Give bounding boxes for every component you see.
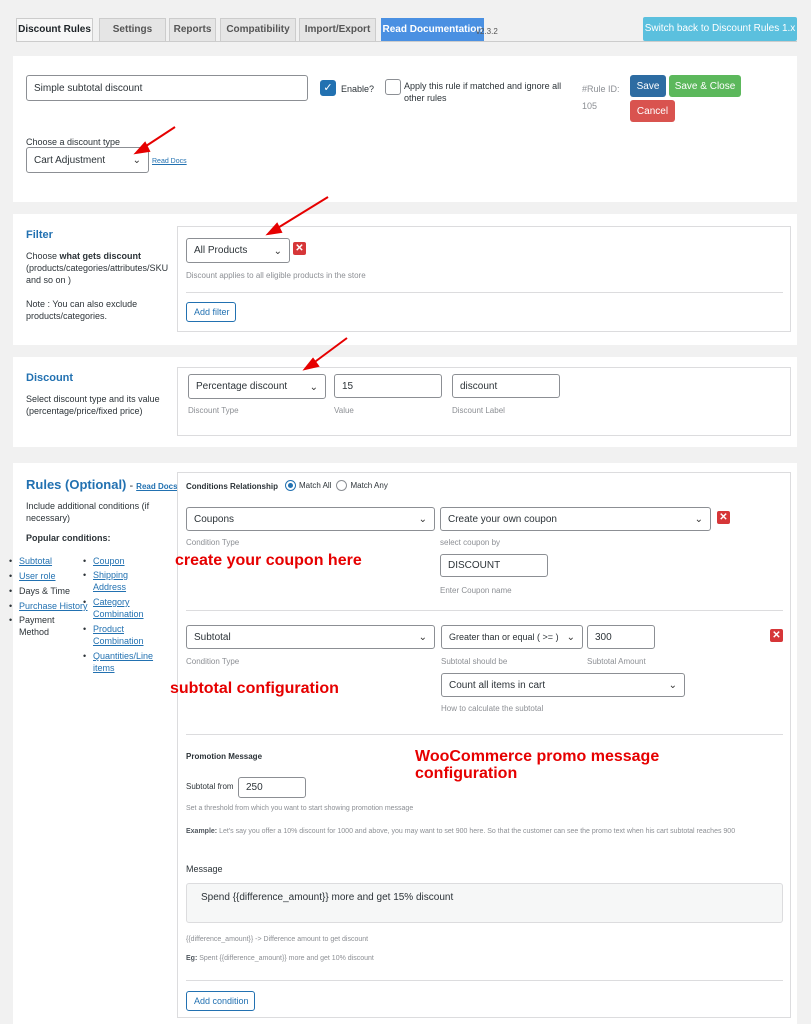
arrow-discount-type xyxy=(142,126,176,149)
annotation-arrows xyxy=(133,126,348,371)
arrow-discount xyxy=(311,337,348,365)
arrow-filter xyxy=(275,196,329,230)
arrowhead-filter xyxy=(265,222,283,236)
